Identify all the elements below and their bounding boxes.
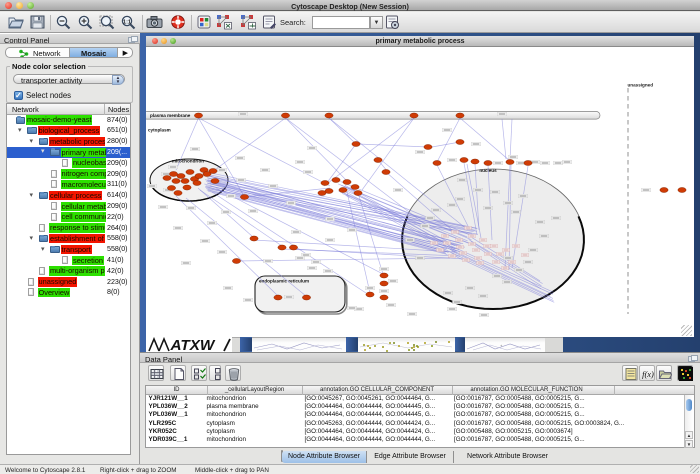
svg-text:mitochondrion: mitochondrion xyxy=(172,159,204,164)
svg-text:cytoplasm: cytoplasm xyxy=(148,128,171,133)
svg-text:f(x): f(x) xyxy=(642,369,654,379)
svg-text:+: + xyxy=(500,343,503,348)
svg-text:plasma membrane: plasma membrane xyxy=(150,113,191,118)
svg-text:endoplasmic reticulum: endoplasmic reticulum xyxy=(259,279,309,284)
svg-text:1:1: 1:1 xyxy=(123,19,131,25)
svg-text:ATXW: ATXW xyxy=(169,337,216,352)
svg-text:unassigned: unassigned xyxy=(628,83,654,88)
